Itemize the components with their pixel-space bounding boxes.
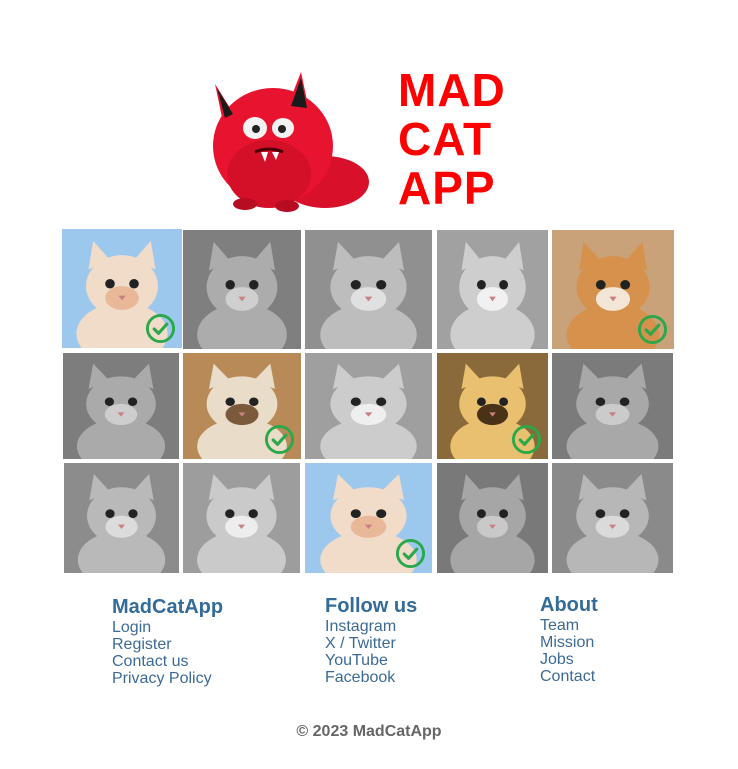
brand-line-app: APP	[398, 162, 496, 214]
kitten-photo	[183, 463, 300, 573]
kitten-photo-tile[interactable]	[437, 463, 548, 573]
kitten-photo	[305, 353, 432, 459]
kitten-photo-tile[interactable]	[183, 353, 301, 459]
kitten-photo	[437, 463, 548, 573]
kitten-photo	[63, 353, 179, 459]
footer-column-madcatapp: MadCatApp Login Register Contact us Priv…	[112, 595, 223, 687]
check-circle-icon	[395, 538, 426, 569]
footer-column-title: MadCatApp	[112, 596, 224, 618]
kitten-photo-tile[interactable]	[437, 230, 548, 349]
footer-column-follow-us: Follow us Instagram X / Twitter YouTube …	[325, 594, 417, 686]
kitten-photo	[552, 353, 673, 459]
kitten-photo-tile[interactable]	[63, 353, 179, 459]
kitten-photo	[183, 230, 301, 349]
kitten-photo-tile[interactable]	[305, 353, 432, 459]
footer-link-instagram[interactable]: Instagram	[325, 618, 417, 635]
footer-link-privacy-policy[interactable]: Privacy Policy	[112, 670, 223, 687]
kitten-photo-tile[interactable]	[552, 463, 673, 573]
check-circle-icon	[637, 314, 668, 345]
kitten-photo	[305, 230, 432, 349]
footer-link-jobs[interactable]: Jobs	[540, 651, 598, 668]
kitten-photo-tile[interactable]	[552, 353, 673, 459]
copyright-notice: © 2023 MadCatApp	[296, 723, 442, 740]
kitten-photo-tile[interactable]	[62, 229, 182, 348]
kitten-photo-tile[interactable]	[183, 230, 301, 349]
kitten-photo-tile[interactable]	[64, 463, 179, 573]
brand-line-cat: CAT	[398, 113, 493, 165]
footer-link-mission[interactable]: Mission	[540, 634, 598, 651]
footer-link-login[interactable]: Login	[112, 619, 223, 636]
kitten-photo-tile[interactable]	[305, 230, 432, 349]
footer-link-register[interactable]: Register	[112, 636, 223, 653]
check-circle-icon	[511, 424, 542, 455]
footer-column-title: Follow us	[325, 595, 418, 617]
footer-link-contact-us[interactable]: Contact us	[112, 653, 223, 670]
kitten-photo-tile[interactable]	[305, 463, 432, 573]
footer-column-title: About	[540, 594, 598, 616]
kitten-photo-tile[interactable]	[552, 230, 674, 349]
mascot-logo	[213, 72, 369, 212]
footer-link-youtube[interactable]: YouTube	[325, 652, 417, 669]
check-circle-icon	[264, 424, 295, 455]
check-circle-icon	[145, 313, 176, 344]
brand-line-mad: MAD	[398, 64, 506, 116]
footer-link-contact[interactable]: Contact	[540, 668, 598, 685]
footer-link-team[interactable]: Team	[540, 617, 598, 634]
kitten-photo-tile[interactable]	[437, 353, 548, 459]
footer-link-x-twitter[interactable]: X / Twitter	[325, 635, 417, 652]
kitten-photo	[64, 463, 179, 573]
kitten-photo	[437, 230, 548, 349]
footer-column-about: About Team Mission Jobs Contact	[540, 593, 598, 685]
brand-wordmark: MAD CAT APP	[398, 66, 506, 213]
footer-link-facebook[interactable]: Facebook	[325, 669, 417, 686]
kitten-photo-tile[interactable]	[183, 463, 300, 573]
kitten-photo	[552, 463, 673, 573]
